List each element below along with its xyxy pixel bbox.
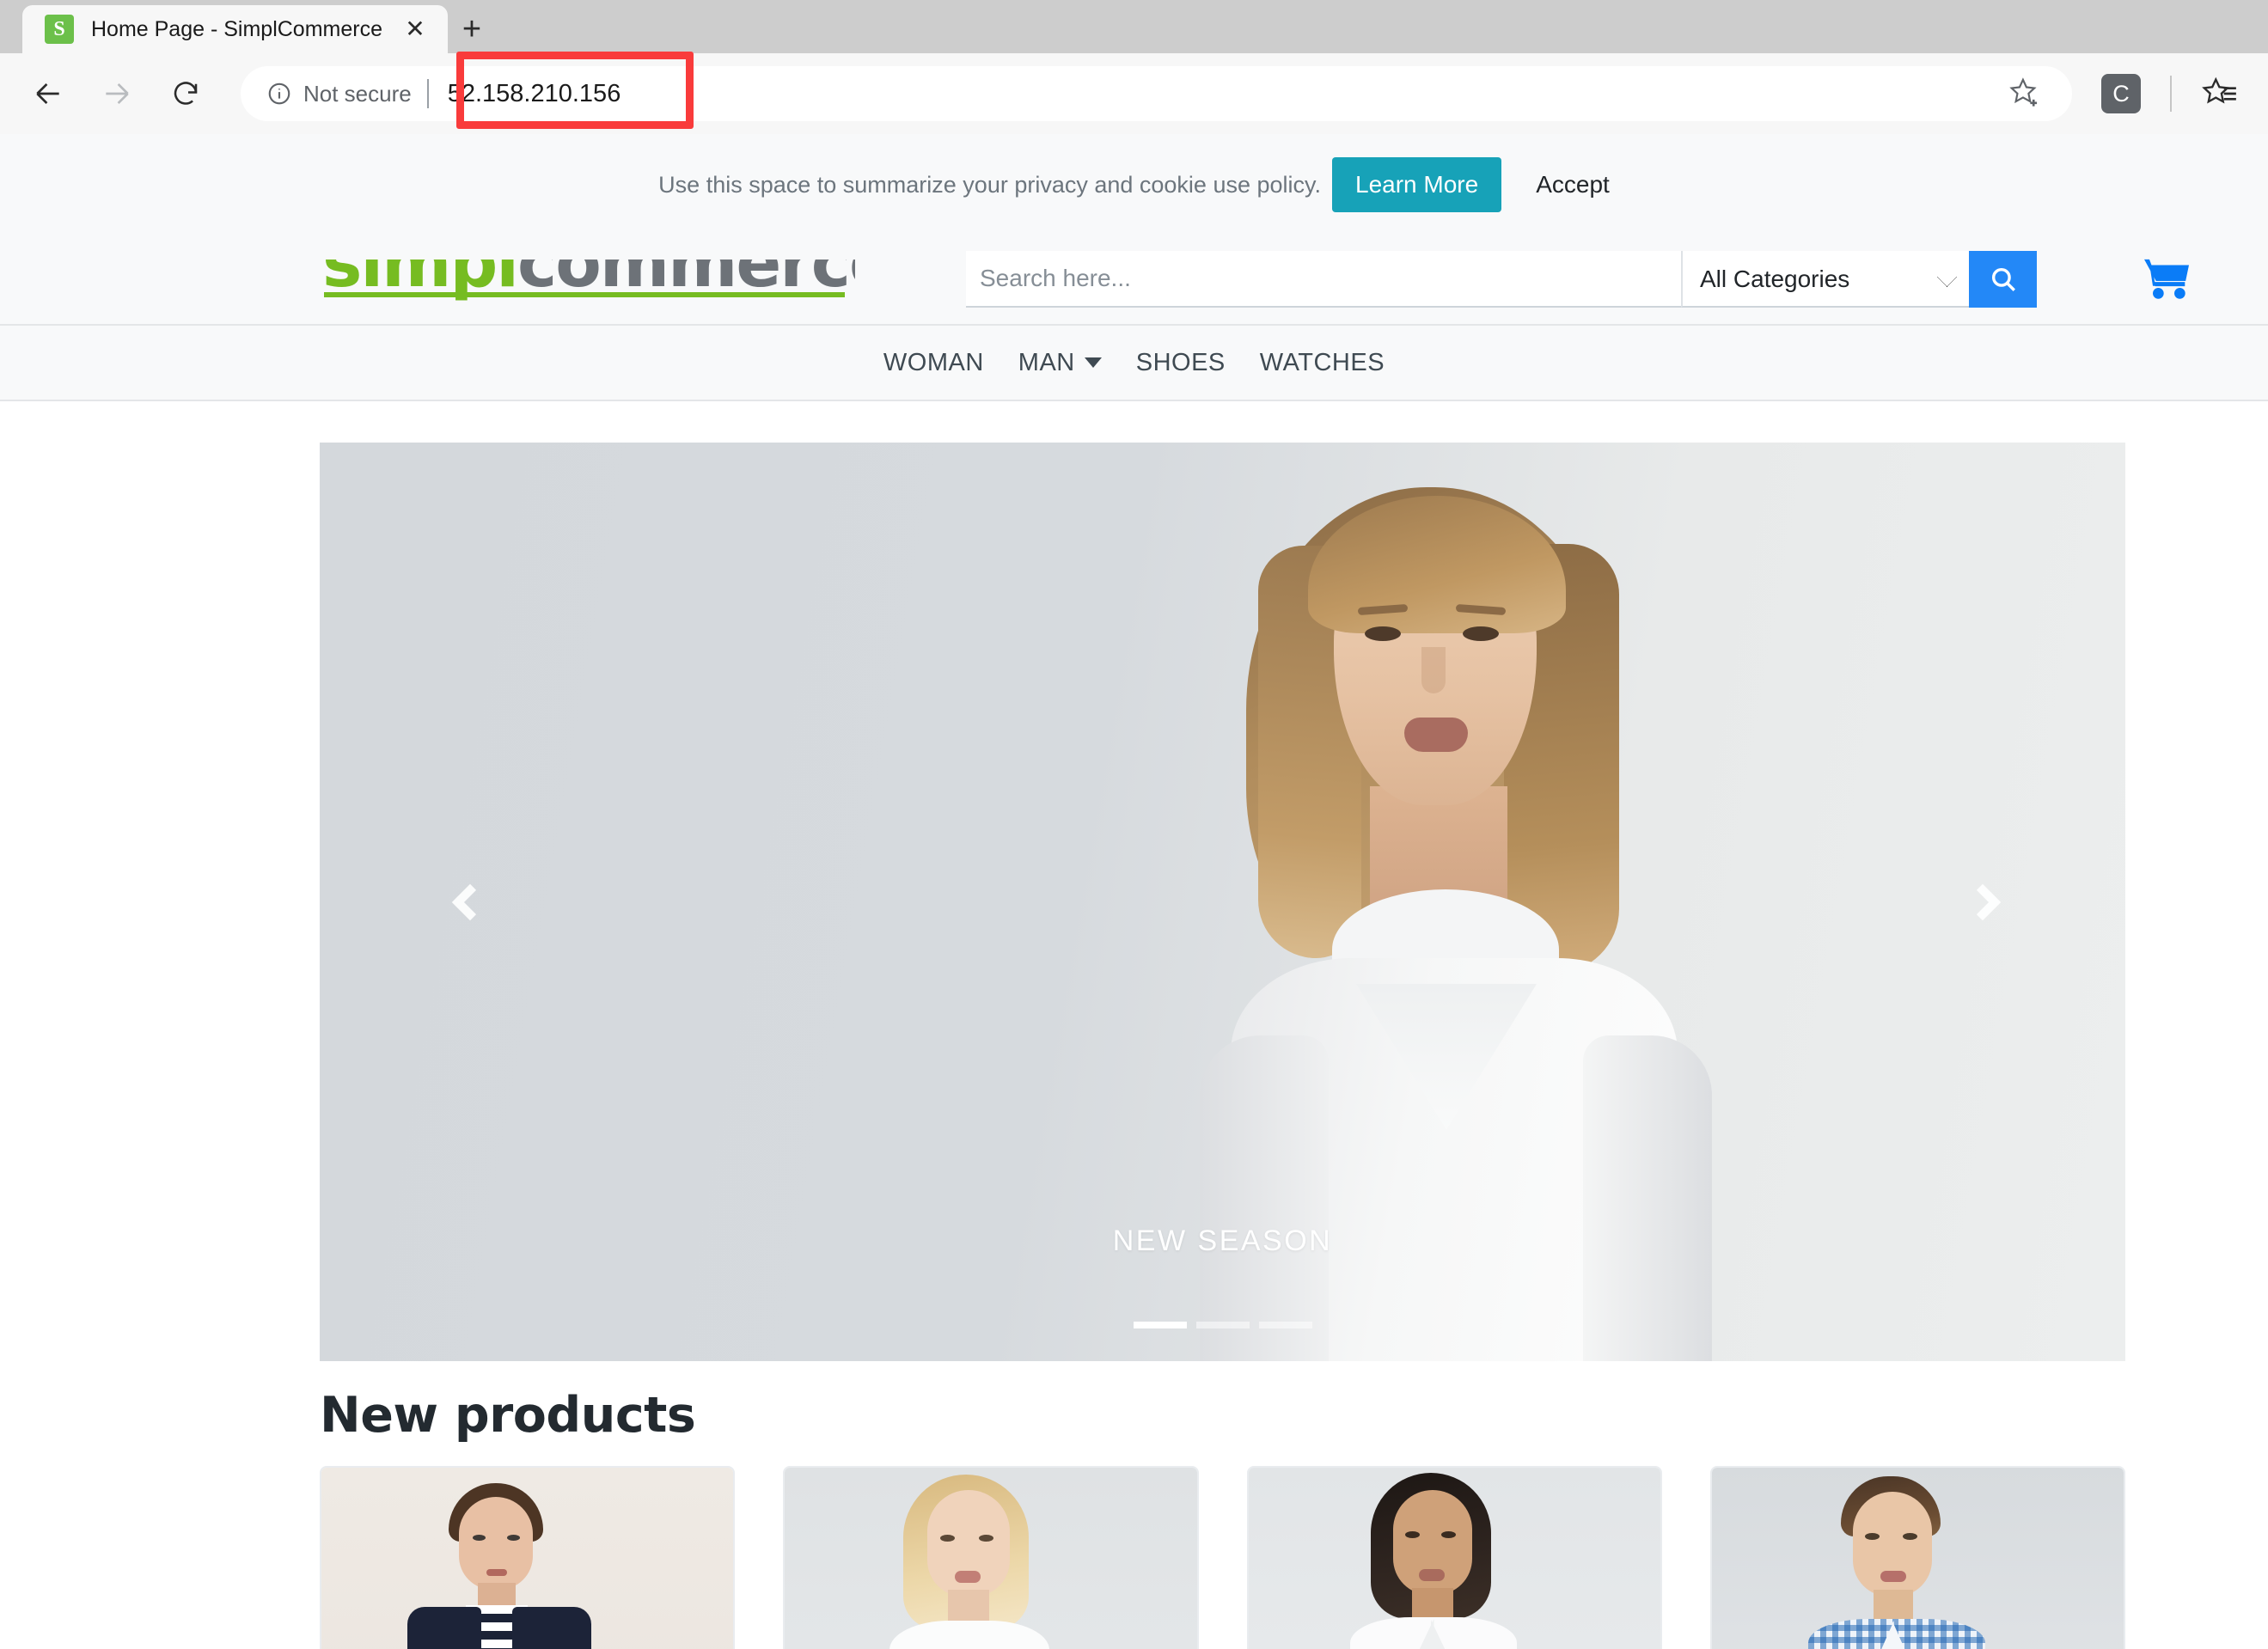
arrow-left-icon[interactable] bbox=[15, 61, 81, 126]
nav-item-woman[interactable]: WOMAN bbox=[866, 349, 1001, 377]
nav-item-watches[interactable]: WATCHES bbox=[1243, 349, 1402, 377]
chevron-right-icon[interactable] bbox=[1944, 864, 2021, 941]
nav-item-label: SHOES bbox=[1135, 348, 1226, 376]
shopping-cart-button[interactable] bbox=[2137, 253, 2194, 306]
plus-icon[interactable]: + bbox=[448, 5, 496, 53]
shopping-cart-icon bbox=[2144, 259, 2189, 299]
page-title: New products bbox=[320, 1387, 696, 1444]
nav-item-shoes[interactable]: SHOES bbox=[1119, 349, 1243, 377]
arrow-right-icon bbox=[84, 61, 150, 126]
chevron-left-icon[interactable] bbox=[431, 864, 509, 941]
reload-icon[interactable] bbox=[153, 61, 218, 126]
toolbar-divider bbox=[2170, 76, 2172, 112]
carousel-caption: NEW SEASON bbox=[1112, 1225, 1333, 1257]
nav-item-label: WATCHES bbox=[1259, 348, 1385, 376]
product-card[interactable] bbox=[320, 1466, 736, 1649]
cookie-consent-bar: Use this space to summarize your privacy… bbox=[0, 134, 2268, 235]
browser-window: S Home Page - SimplCommerce ✕ + Not secu… bbox=[0, 0, 2268, 1649]
cookie-message: Use this space to summarize your privacy… bbox=[658, 171, 1322, 198]
search-category-select[interactable]: All Categories bbox=[1681, 251, 1969, 308]
site-header: Use this space to summarize your privacy… bbox=[0, 134, 2268, 401]
carousel-indicator-3[interactable] bbox=[1258, 1322, 1312, 1328]
header-main-row: simplcommerce All Categories bbox=[0, 235, 2268, 324]
carousel-slide-image bbox=[1179, 443, 1798, 1361]
new-products-grid bbox=[320, 1466, 2125, 1649]
product-image bbox=[1248, 1468, 1660, 1649]
favorites-list-icon[interactable] bbox=[2187, 61, 2253, 126]
search-form: All Categories bbox=[966, 251, 2037, 308]
product-image bbox=[1711, 1468, 2124, 1649]
simplcommerce-favicon: S bbox=[45, 15, 74, 44]
search-submit-button[interactable] bbox=[1969, 251, 2037, 308]
toolbar-right-group: C bbox=[2088, 61, 2253, 126]
address-bar-url[interactable]: 52.158.210.156 bbox=[448, 80, 2002, 108]
logo-underline bbox=[324, 291, 845, 297]
profile-badge[interactable]: C bbox=[2101, 74, 2141, 113]
carousel-indicators bbox=[320, 1322, 2125, 1328]
product-image bbox=[785, 1468, 1197, 1649]
info-circle-icon bbox=[268, 82, 290, 105]
address-bar[interactable]: Not secure 52.158.210.156 bbox=[241, 66, 2072, 121]
browser-toolbar: Not secure 52.158.210.156 C bbox=[0, 53, 2268, 134]
search-input[interactable] bbox=[966, 251, 1681, 308]
nav-item-man[interactable]: MAN bbox=[1001, 349, 1119, 377]
primary-navigation: WOMAN MAN SHOES WATCHES bbox=[0, 324, 2268, 401]
accept-cookies-button[interactable]: Accept bbox=[1536, 171, 1610, 198]
product-image bbox=[321, 1468, 734, 1649]
hero-carousel[interactable]: NEW SEASON bbox=[320, 443, 2125, 1361]
tab-title: Home Page - SimplCommerce bbox=[91, 16, 382, 41]
product-card[interactable] bbox=[1709, 1466, 2125, 1649]
star-plus-icon[interactable] bbox=[2002, 70, 2050, 118]
nav-item-label: WOMAN bbox=[883, 348, 984, 376]
product-card[interactable] bbox=[1246, 1466, 1662, 1649]
close-icon[interactable]: ✕ bbox=[400, 14, 431, 45]
learn-more-button[interactable]: Learn More bbox=[1332, 156, 1502, 213]
carousel-indicator-1[interactable] bbox=[1133, 1322, 1187, 1328]
browser-tab-home-page[interactable]: S Home Page - SimplCommerce ✕ bbox=[22, 5, 448, 53]
address-bar-divider bbox=[426, 79, 429, 108]
site-logo[interactable]: simplcommerce bbox=[322, 260, 855, 304]
tab-strip: S Home Page - SimplCommerce ✕ + bbox=[0, 0, 2268, 53]
search-icon bbox=[1991, 267, 2015, 291]
security-status[interactable]: Not secure bbox=[266, 81, 412, 107]
nav-item-label: MAN bbox=[1018, 348, 1075, 376]
security-label: Not secure bbox=[303, 80, 412, 107]
page-viewport: Use this space to summarize your privacy… bbox=[0, 134, 2268, 1649]
product-card[interactable] bbox=[783, 1466, 1199, 1649]
carousel-indicator-2[interactable] bbox=[1195, 1322, 1250, 1328]
chevron-down-icon bbox=[1084, 357, 1102, 368]
